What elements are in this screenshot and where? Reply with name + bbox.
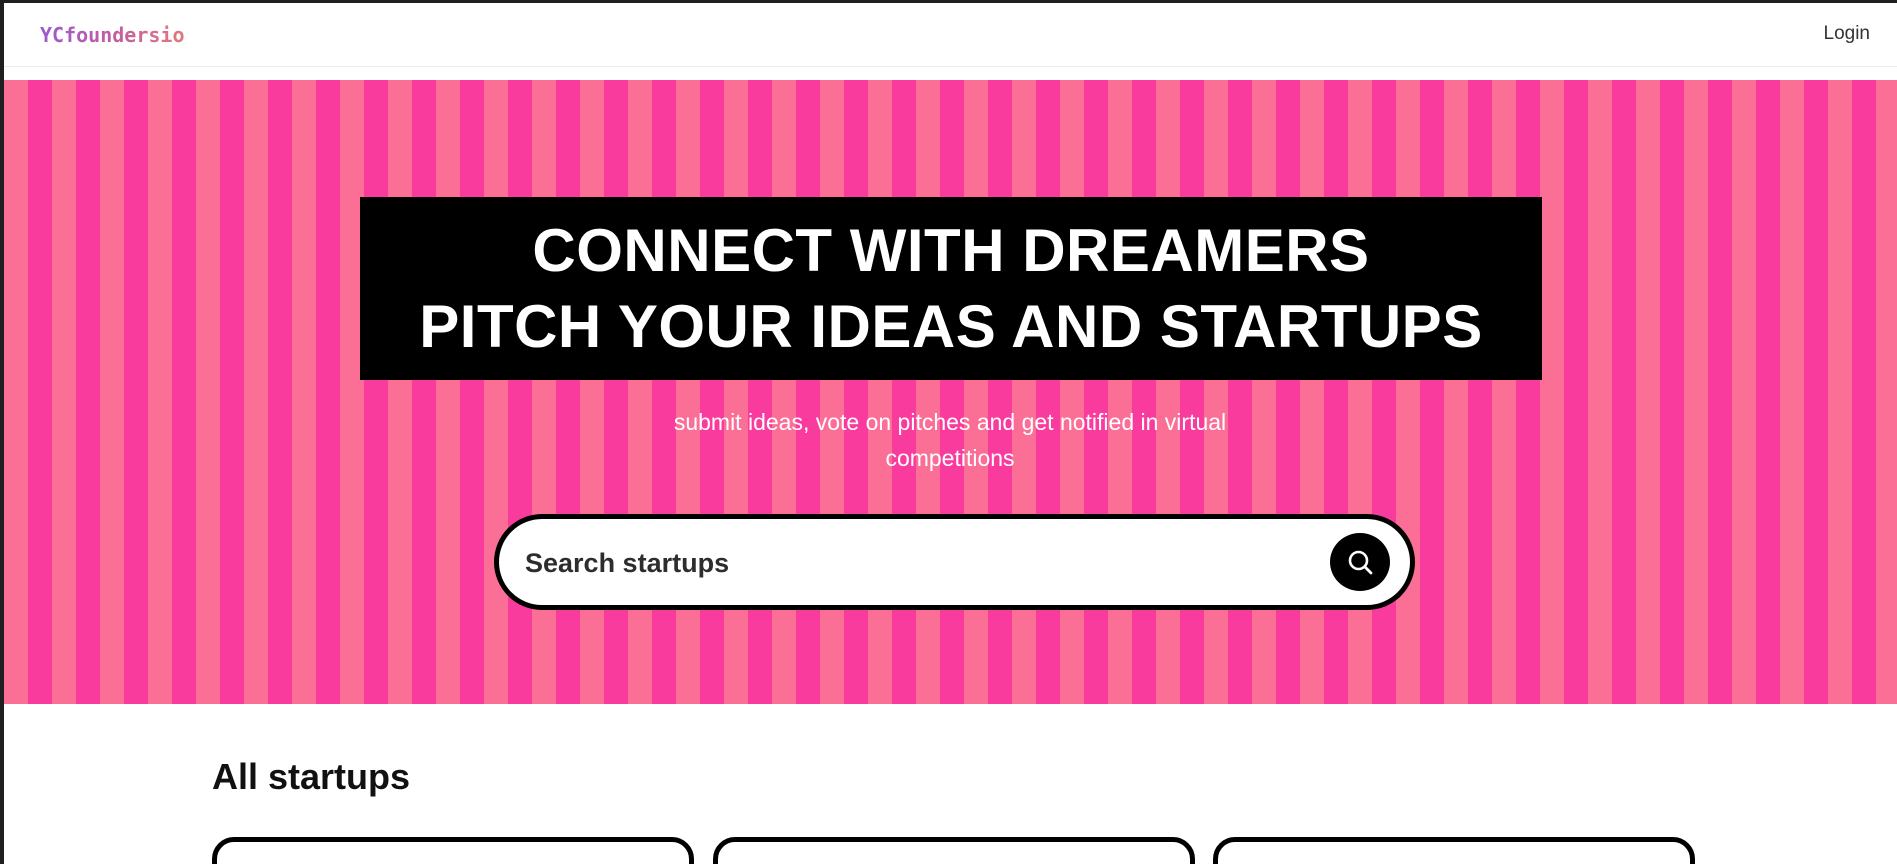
search-icon [1348,550,1373,575]
startup-card[interactable] [713,837,1195,864]
startup-card[interactable] [1213,837,1695,864]
logo[interactable]: YCfoundersio [40,23,185,47]
search-input[interactable] [523,537,1307,589]
startup-card[interactable] [212,837,694,864]
login-link[interactable]: Login [1824,23,1871,45]
search-button[interactable] [1330,533,1390,591]
navbar: YCfoundersio Login [4,3,1897,67]
hero-subtitle: submit ideas, vote on pitches and get no… [600,404,1300,476]
headline-line-2: PITCH YOUR IDEAS AND STARTUPS [419,292,1483,360]
section-title-all-startups: All startups [212,756,411,797]
search-bar [494,514,1415,610]
headline-box: CONNECT WITH DREAMERS PITCH YOUR IDEAS A… [360,197,1542,380]
page: YCfoundersio Login CONNECT WITH DREAMERS… [0,0,1897,864]
hero-section: CONNECT WITH DREAMERS PITCH YOUR IDEAS A… [4,80,1897,704]
hero-subtitle-line-2: competitions [885,445,1015,471]
hero-subtitle-line-1: submit ideas, vote on pitches and get no… [673,409,1227,435]
headline-line-1: CONNECT WITH DREAMERS [532,216,1370,284]
